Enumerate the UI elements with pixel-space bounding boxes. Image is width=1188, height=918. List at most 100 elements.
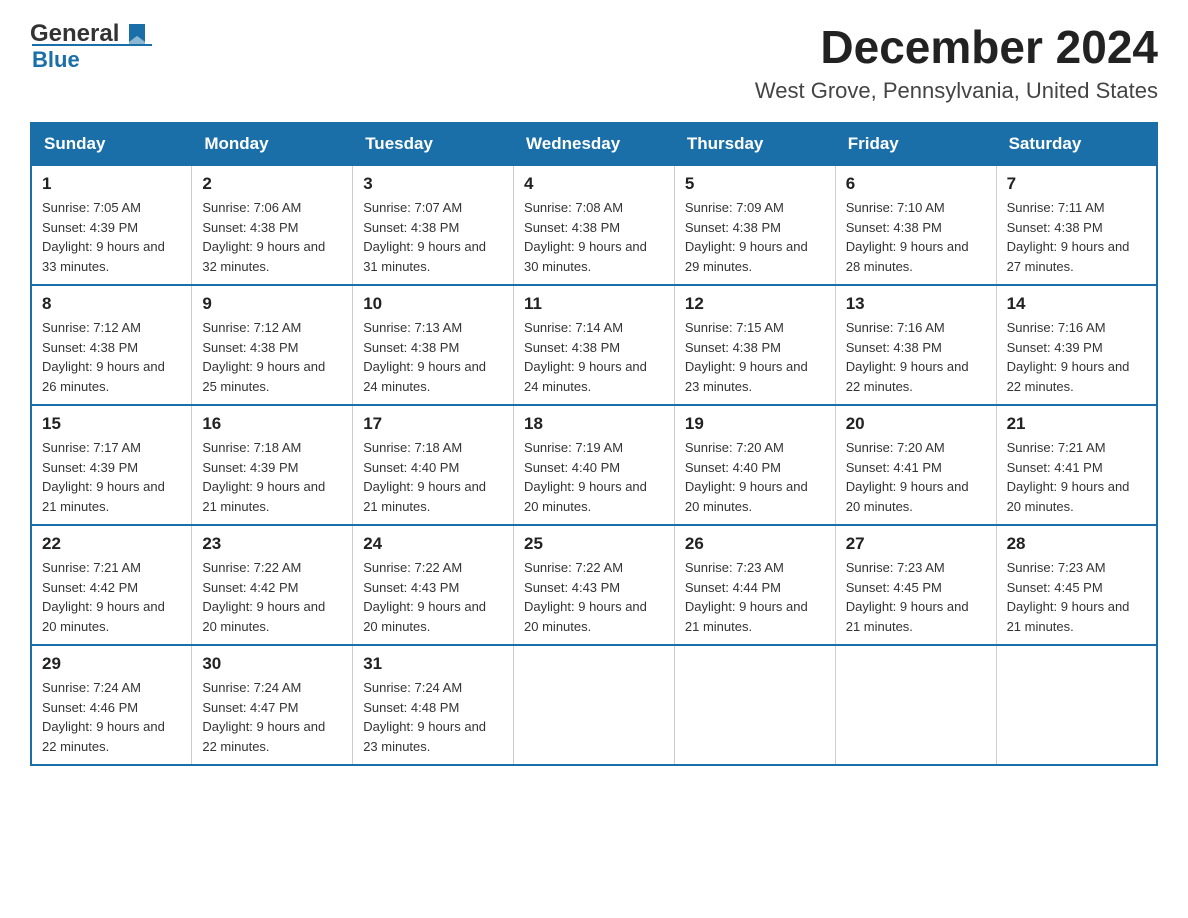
day-info: Sunrise: 7:12 AMSunset: 4:38 PMDaylight:… (42, 320, 165, 394)
calendar-week-row: 1 Sunrise: 7:05 AMSunset: 4:39 PMDayligh… (31, 165, 1157, 285)
calendar-day-cell: 17 Sunrise: 7:18 AMSunset: 4:40 PMDaylig… (353, 405, 514, 525)
day-info: Sunrise: 7:15 AMSunset: 4:38 PMDaylight:… (685, 320, 808, 394)
day-info: Sunrise: 7:19 AMSunset: 4:40 PMDaylight:… (524, 440, 647, 514)
day-number: 20 (846, 414, 986, 434)
day-number: 3 (363, 174, 503, 194)
calendar-week-row: 8 Sunrise: 7:12 AMSunset: 4:38 PMDayligh… (31, 285, 1157, 405)
day-number: 1 (42, 174, 181, 194)
calendar-day-cell: 27 Sunrise: 7:23 AMSunset: 4:45 PMDaylig… (835, 525, 996, 645)
calendar-day-cell: 21 Sunrise: 7:21 AMSunset: 4:41 PMDaylig… (996, 405, 1157, 525)
day-info: Sunrise: 7:24 AMSunset: 4:48 PMDaylight:… (363, 680, 486, 754)
calendar-day-cell: 15 Sunrise: 7:17 AMSunset: 4:39 PMDaylig… (31, 405, 192, 525)
title-area: December 2024 West Grove, Pennsylvania, … (755, 20, 1158, 104)
day-number: 28 (1007, 534, 1146, 554)
page-header: General Blue December 2024 West Grove, P… (30, 20, 1158, 104)
calendar-day-header: Wednesday (514, 123, 675, 165)
day-info: Sunrise: 7:23 AMSunset: 4:45 PMDaylight:… (1007, 560, 1130, 634)
day-info: Sunrise: 7:24 AMSunset: 4:47 PMDaylight:… (202, 680, 325, 754)
calendar-day-cell: 7 Sunrise: 7:11 AMSunset: 4:38 PMDayligh… (996, 165, 1157, 285)
day-info: Sunrise: 7:16 AMSunset: 4:39 PMDaylight:… (1007, 320, 1130, 394)
calendar-day-cell: 19 Sunrise: 7:20 AMSunset: 4:40 PMDaylig… (674, 405, 835, 525)
calendar-day-header: Thursday (674, 123, 835, 165)
day-info: Sunrise: 7:20 AMSunset: 4:41 PMDaylight:… (846, 440, 969, 514)
day-info: Sunrise: 7:22 AMSunset: 4:42 PMDaylight:… (202, 560, 325, 634)
day-number: 15 (42, 414, 181, 434)
day-number: 23 (202, 534, 342, 554)
calendar-day-cell: 16 Sunrise: 7:18 AMSunset: 4:39 PMDaylig… (192, 405, 353, 525)
day-number: 16 (202, 414, 342, 434)
day-number: 14 (1007, 294, 1146, 314)
calendar-day-cell: 8 Sunrise: 7:12 AMSunset: 4:38 PMDayligh… (31, 285, 192, 405)
day-number: 12 (685, 294, 825, 314)
day-info: Sunrise: 7:07 AMSunset: 4:38 PMDaylight:… (363, 200, 486, 274)
day-number: 31 (363, 654, 503, 674)
calendar-day-cell: 1 Sunrise: 7:05 AMSunset: 4:39 PMDayligh… (31, 165, 192, 285)
calendar-day-header: Tuesday (353, 123, 514, 165)
day-number: 18 (524, 414, 664, 434)
calendar-header-row: SundayMondayTuesdayWednesdayThursdayFrid… (31, 123, 1157, 165)
day-number: 19 (685, 414, 825, 434)
day-info: Sunrise: 7:21 AMSunset: 4:41 PMDaylight:… (1007, 440, 1130, 514)
calendar-day-cell: 4 Sunrise: 7:08 AMSunset: 4:38 PMDayligh… (514, 165, 675, 285)
day-info: Sunrise: 7:05 AMSunset: 4:39 PMDaylight:… (42, 200, 165, 274)
calendar-day-cell: 23 Sunrise: 7:22 AMSunset: 4:42 PMDaylig… (192, 525, 353, 645)
calendar-day-cell (996, 645, 1157, 765)
day-info: Sunrise: 7:12 AMSunset: 4:38 PMDaylight:… (202, 320, 325, 394)
day-info: Sunrise: 7:16 AMSunset: 4:38 PMDaylight:… (846, 320, 969, 394)
day-number: 5 (685, 174, 825, 194)
day-info: Sunrise: 7:20 AMSunset: 4:40 PMDaylight:… (685, 440, 808, 514)
calendar-day-header: Saturday (996, 123, 1157, 165)
calendar-day-cell: 26 Sunrise: 7:23 AMSunset: 4:44 PMDaylig… (674, 525, 835, 645)
calendar-day-cell: 29 Sunrise: 7:24 AMSunset: 4:46 PMDaylig… (31, 645, 192, 765)
calendar-day-cell: 6 Sunrise: 7:10 AMSunset: 4:38 PMDayligh… (835, 165, 996, 285)
day-number: 2 (202, 174, 342, 194)
calendar-day-cell (514, 645, 675, 765)
page-subtitle: West Grove, Pennsylvania, United States (755, 78, 1158, 104)
logo: General Blue (30, 20, 152, 73)
day-info: Sunrise: 7:21 AMSunset: 4:42 PMDaylight:… (42, 560, 165, 634)
calendar-day-cell: 25 Sunrise: 7:22 AMSunset: 4:43 PMDaylig… (514, 525, 675, 645)
calendar-day-cell (835, 645, 996, 765)
calendar-day-cell: 22 Sunrise: 7:21 AMSunset: 4:42 PMDaylig… (31, 525, 192, 645)
logo-blue-text: Blue (32, 47, 80, 72)
day-number: 24 (363, 534, 503, 554)
day-info: Sunrise: 7:18 AMSunset: 4:40 PMDaylight:… (363, 440, 486, 514)
calendar-day-cell: 2 Sunrise: 7:06 AMSunset: 4:38 PMDayligh… (192, 165, 353, 285)
day-number: 17 (363, 414, 503, 434)
day-info: Sunrise: 7:23 AMSunset: 4:45 PMDaylight:… (846, 560, 969, 634)
logo-underline (32, 44, 152, 46)
calendar-day-cell: 3 Sunrise: 7:07 AMSunset: 4:38 PMDayligh… (353, 165, 514, 285)
calendar-table: SundayMondayTuesdayWednesdayThursdayFrid… (30, 122, 1158, 766)
day-number: 11 (524, 294, 664, 314)
day-info: Sunrise: 7:06 AMSunset: 4:38 PMDaylight:… (202, 200, 325, 274)
calendar-week-row: 22 Sunrise: 7:21 AMSunset: 4:42 PMDaylig… (31, 525, 1157, 645)
day-info: Sunrise: 7:09 AMSunset: 4:38 PMDaylight:… (685, 200, 808, 274)
day-info: Sunrise: 7:17 AMSunset: 4:39 PMDaylight:… (42, 440, 165, 514)
day-number: 6 (846, 174, 986, 194)
day-number: 13 (846, 294, 986, 314)
calendar-day-cell (674, 645, 835, 765)
day-number: 7 (1007, 174, 1146, 194)
day-info: Sunrise: 7:14 AMSunset: 4:38 PMDaylight:… (524, 320, 647, 394)
calendar-day-cell: 18 Sunrise: 7:19 AMSunset: 4:40 PMDaylig… (514, 405, 675, 525)
calendar-day-cell: 20 Sunrise: 7:20 AMSunset: 4:41 PMDaylig… (835, 405, 996, 525)
calendar-day-cell: 11 Sunrise: 7:14 AMSunset: 4:38 PMDaylig… (514, 285, 675, 405)
day-info: Sunrise: 7:22 AMSunset: 4:43 PMDaylight:… (363, 560, 486, 634)
day-number: 9 (202, 294, 342, 314)
day-info: Sunrise: 7:18 AMSunset: 4:39 PMDaylight:… (202, 440, 325, 514)
calendar-day-cell: 10 Sunrise: 7:13 AMSunset: 4:38 PMDaylig… (353, 285, 514, 405)
day-info: Sunrise: 7:11 AMSunset: 4:38 PMDaylight:… (1007, 200, 1130, 274)
calendar-day-cell: 5 Sunrise: 7:09 AMSunset: 4:38 PMDayligh… (674, 165, 835, 285)
calendar-week-row: 15 Sunrise: 7:17 AMSunset: 4:39 PMDaylig… (31, 405, 1157, 525)
day-info: Sunrise: 7:24 AMSunset: 4:46 PMDaylight:… (42, 680, 165, 754)
calendar-day-header: Sunday (31, 123, 192, 165)
calendar-day-cell: 14 Sunrise: 7:16 AMSunset: 4:39 PMDaylig… (996, 285, 1157, 405)
calendar-day-cell: 31 Sunrise: 7:24 AMSunset: 4:48 PMDaylig… (353, 645, 514, 765)
page-title: December 2024 (755, 20, 1158, 74)
day-number: 22 (42, 534, 181, 554)
day-info: Sunrise: 7:23 AMSunset: 4:44 PMDaylight:… (685, 560, 808, 634)
calendar-day-header: Monday (192, 123, 353, 165)
calendar-day-cell: 9 Sunrise: 7:12 AMSunset: 4:38 PMDayligh… (192, 285, 353, 405)
calendar-day-cell: 13 Sunrise: 7:16 AMSunset: 4:38 PMDaylig… (835, 285, 996, 405)
day-number: 10 (363, 294, 503, 314)
